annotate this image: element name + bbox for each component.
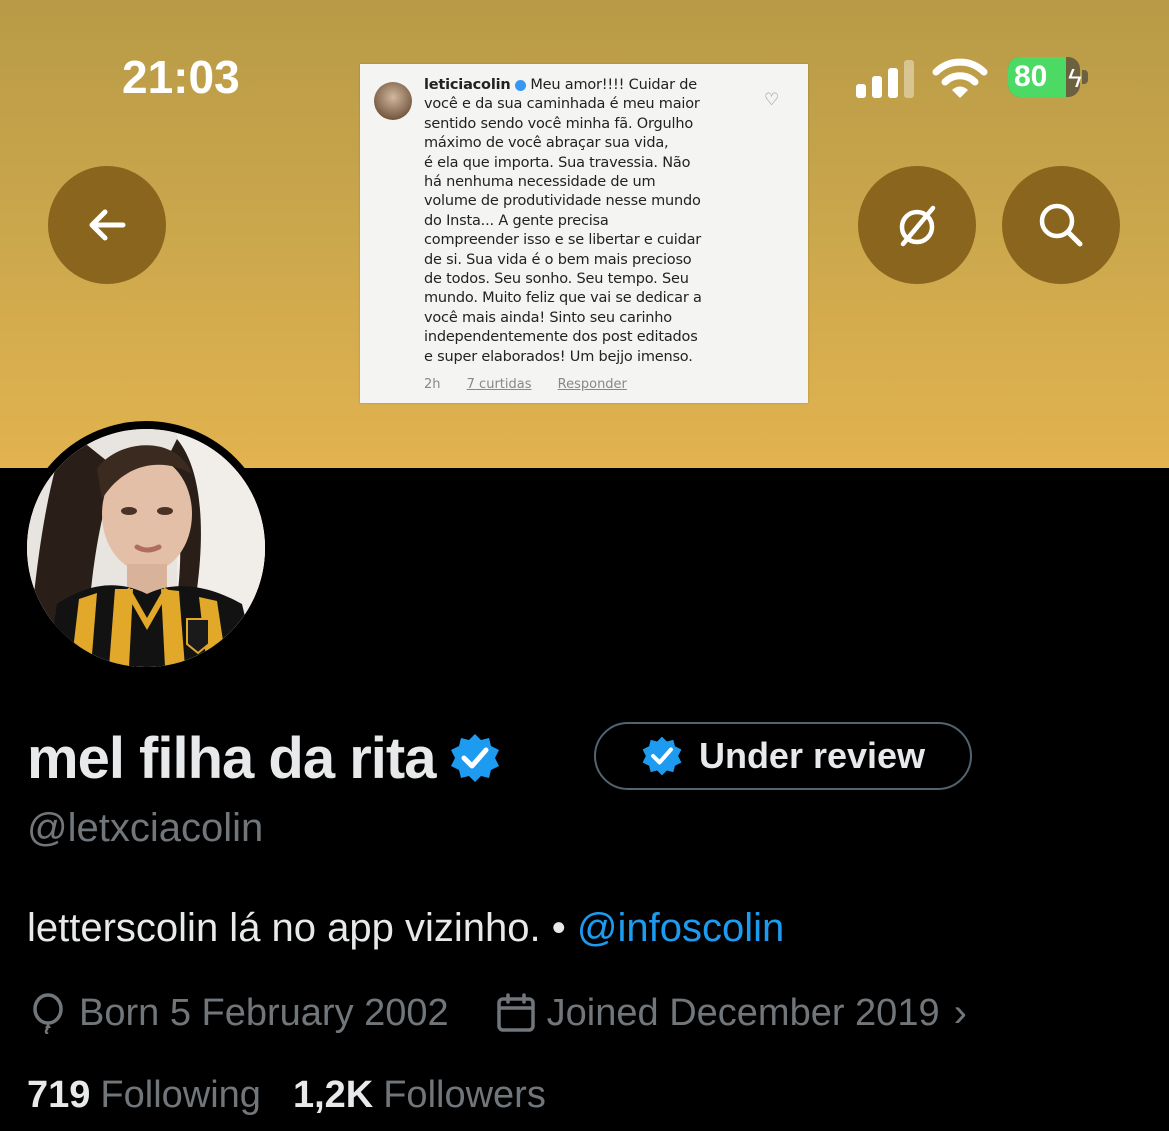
birth-date: Born 5 February 2002	[79, 991, 449, 1034]
following-label: Following	[100, 1074, 261, 1116]
grok-icon	[899, 205, 936, 247]
status-time: 21:03	[122, 51, 240, 103]
bio: letterscolin lá no app vizinho. • @infos…	[27, 906, 784, 951]
heart-icon: ♡	[764, 90, 780, 109]
comment-text: leticiacolin Meu amor!!!! Cuidar de você…	[424, 77, 702, 365]
balloon-icon	[33, 993, 63, 1034]
profile-meta: Born 5 February 2002 Joined December 201…	[27, 988, 967, 1038]
under-review-label: Under review	[698, 735, 926, 776]
battery-level: 80	[1014, 60, 1048, 93]
battery-icon: 80 ϟ	[1008, 57, 1090, 99]
avatar-photo	[27, 429, 265, 667]
followers-count: 1,2K	[292, 1074, 374, 1116]
followers-link[interactable]: 1,2K Followers	[293, 1074, 546, 1117]
under-review-button[interactable]: Under review	[594, 722, 972, 790]
grok-button[interactable]	[858, 166, 976, 284]
bio-text: letterscolin lá no app vizinho. •	[27, 906, 577, 950]
bio-mention-link[interactable]: @infoscolin	[577, 906, 784, 950]
verified-badge-icon	[642, 736, 682, 776]
chevron-right-icon[interactable]: ›	[954, 991, 967, 1036]
search-button[interactable]	[1002, 166, 1120, 284]
search-icon	[1039, 203, 1083, 247]
avatar[interactable]	[27, 429, 265, 667]
verified-badge-icon[interactable]	[449, 732, 501, 784]
following-count: 719	[27, 1074, 91, 1116]
following-link[interactable]: 719 Following	[27, 1074, 261, 1117]
username-handle: @letxciacolin	[27, 806, 264, 850]
follow-stats: 719 Following 1,2K Followers	[27, 1074, 578, 1117]
verified-icon	[514, 79, 526, 91]
charging-icon: ϟ	[1068, 63, 1082, 93]
signal-icon	[856, 60, 914, 98]
instagram-comment-screenshot: leticiacolin Meu amor!!!! Cuidar de você…	[360, 64, 808, 403]
comment-meta: 2h 7 curtidas Responder	[424, 377, 627, 392]
name-row: mel filha da rita	[27, 718, 501, 798]
calendar-icon	[496, 993, 535, 1032]
commenter-avatar	[374, 82, 412, 120]
followers-label: Followers	[383, 1074, 546, 1116]
display-name: mel filha da rita	[27, 725, 436, 791]
join-date[interactable]: Joined December 2019	[547, 992, 940, 1035]
commenter-username: leticiacolin	[424, 77, 511, 93]
wifi-icon	[932, 58, 988, 98]
back-button[interactable]	[48, 166, 166, 284]
arrow-left-icon	[89, 209, 126, 241]
